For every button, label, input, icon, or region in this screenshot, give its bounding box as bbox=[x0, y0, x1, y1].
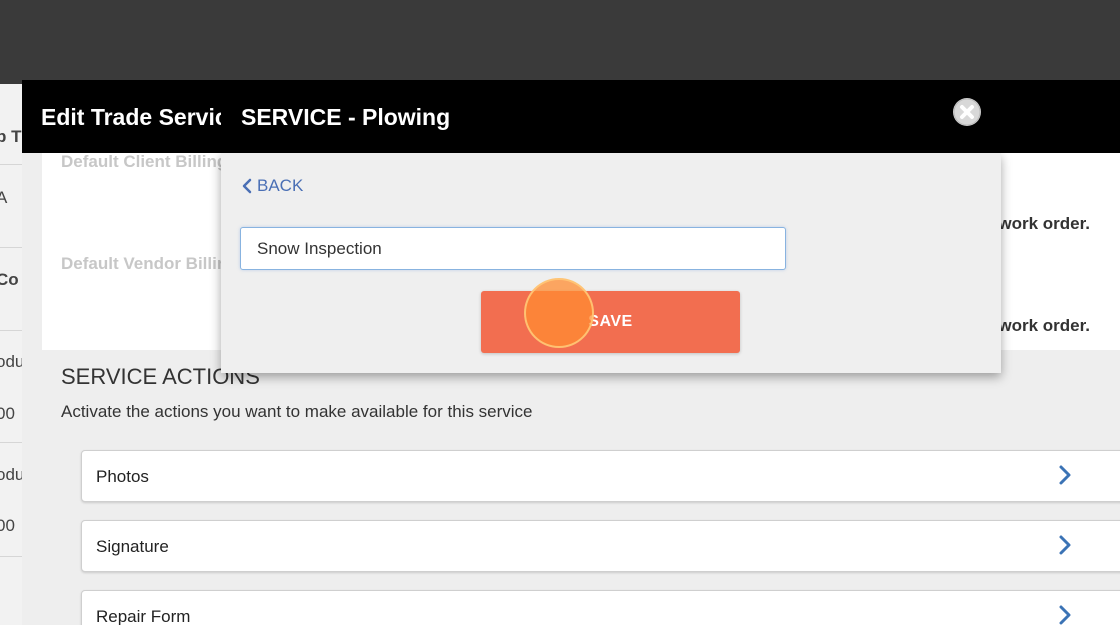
chevron-right-icon[interactable] bbox=[1054, 463, 1076, 487]
save-button[interactable]: SAVE bbox=[481, 291, 740, 353]
default-client-billing-label: Default Client Billing bbox=[61, 152, 228, 171]
back-link[interactable]: BACK bbox=[241, 176, 303, 196]
background-text: 00 bbox=[0, 516, 15, 535]
vendor-billing-note: work order. bbox=[998, 316, 1090, 335]
default-vendor-billing-label: Default Vendor Billing bbox=[61, 254, 238, 273]
action-label: Repair Form bbox=[96, 607, 191, 625]
background-text: b T bbox=[0, 127, 22, 146]
background-divider bbox=[0, 442, 22, 443]
close-button[interactable] bbox=[953, 98, 981, 126]
action-item-signature[interactable]: Signature bbox=[81, 520, 1120, 572]
chevron-left-icon bbox=[242, 178, 252, 194]
background-divider bbox=[0, 164, 22, 165]
action-label: Signature bbox=[96, 537, 169, 556]
background-divider bbox=[0, 556, 22, 557]
client-billing-note: work order. bbox=[998, 214, 1090, 233]
background-text: A bbox=[0, 188, 8, 207]
chevron-right-icon[interactable] bbox=[1054, 533, 1076, 557]
modal-title: Edit Trade Service bbox=[41, 104, 231, 130]
service-dialog-body: BACK SAVE bbox=[221, 153, 1001, 373]
background-text: odu bbox=[0, 352, 22, 371]
action-item-photos[interactable]: Photos bbox=[81, 450, 1120, 502]
background-page: b T A Co odu 00 odu 00 bbox=[0, 84, 22, 625]
background-text: Co bbox=[0, 270, 19, 289]
background-divider bbox=[0, 330, 22, 331]
action-item-repair-form[interactable]: Repair Form bbox=[81, 590, 1120, 625]
service-actions-description: Activate the actions you want to make av… bbox=[61, 402, 533, 421]
service-name-input[interactable] bbox=[240, 227, 786, 270]
service-dialog-title: SERVICE - Plowing bbox=[241, 104, 451, 130]
back-label: BACK bbox=[257, 176, 304, 195]
close-icon bbox=[953, 98, 981, 126]
action-label: Photos bbox=[96, 467, 149, 486]
background-text: 00 bbox=[0, 404, 15, 423]
chevron-right-icon[interactable] bbox=[1054, 603, 1076, 625]
service-dialog-header: SERVICE - Plowing bbox=[221, 80, 1001, 153]
background-divider bbox=[0, 247, 22, 248]
background-text: odu bbox=[0, 465, 22, 484]
